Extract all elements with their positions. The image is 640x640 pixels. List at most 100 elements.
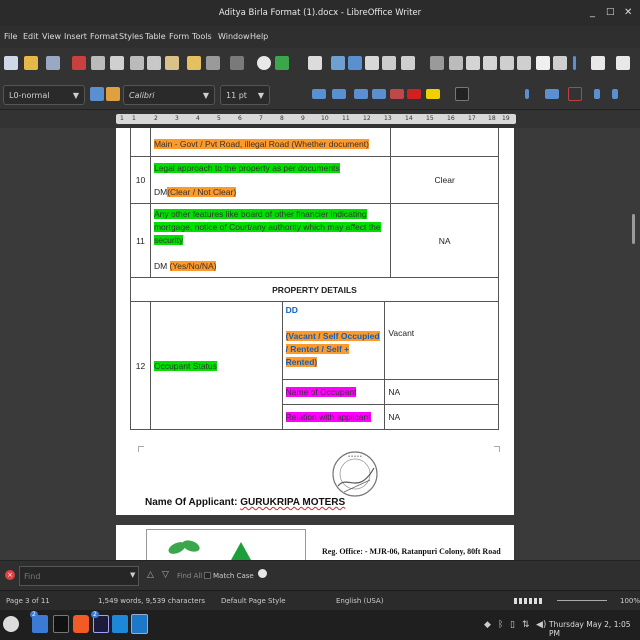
page-break-icon[interactable] <box>382 56 396 70</box>
menu-format[interactable]: Format <box>90 32 118 41</box>
paste-icon[interactable] <box>165 56 179 70</box>
print-icon[interactable] <box>91 56 105 70</box>
find-all-button[interactable]: Find All <box>177 572 202 580</box>
bold-icon[interactable] <box>312 89 326 99</box>
superscript-icon[interactable] <box>390 89 404 99</box>
find-next-icon[interactable]: ▽ <box>162 570 169 580</box>
clock[interactable]: Thursday May 2, 1:05 PM <box>549 620 640 638</box>
close-button[interactable]: ✕ <box>624 7 632 18</box>
menu-insert[interactable]: Insert <box>64 32 87 41</box>
basic-shapes-icon[interactable] <box>591 56 605 70</box>
update-style-icon[interactable] <box>90 87 104 101</box>
cross-reference-icon[interactable] <box>517 56 531 70</box>
track-changes-icon[interactable] <box>553 56 567 70</box>
writer-taskbar-icon[interactable] <box>131 614 148 634</box>
footnote-icon[interactable] <box>466 56 480 70</box>
page-indicator[interactable]: Page 3 of 11 <box>6 597 50 605</box>
align-icon[interactable] <box>525 89 529 99</box>
save-icon[interactable] <box>46 56 60 70</box>
bookmark-icon[interactable] <box>500 56 514 70</box>
font-name-select[interactable]: Calibri ▼ <box>123 85 215 105</box>
new-document-icon[interactable] <box>4 56 18 70</box>
document-page[interactable]: Main - Govt / Pvt Road, illegal Road (Wh… <box>116 128 514 515</box>
bluetooth-icon[interactable]: ᛒ <box>498 620 503 630</box>
clipboard-icon[interactable]: ▯ <box>510 620 515 630</box>
export-pdf-icon[interactable] <box>72 56 86 70</box>
new-style-icon[interactable] <box>106 87 120 101</box>
copy-icon[interactable] <box>147 56 161 70</box>
mint-menu-icon[interactable] <box>3 616 19 632</box>
view-layout-icon[interactable] <box>514 598 542 604</box>
undo-icon[interactable] <box>206 56 220 70</box>
menu-form[interactable]: Form <box>169 32 189 41</box>
character-dialog-icon[interactable] <box>455 87 469 101</box>
language[interactable]: English (USA) <box>336 597 383 605</box>
table-row: PROPERTY DETAILS <box>130 277 499 302</box>
vscode-icon[interactable] <box>112 615 128 633</box>
paragraph-dialog-icon[interactable] <box>568 87 582 101</box>
decrease-indent-icon[interactable] <box>612 89 618 99</box>
zoom-level[interactable]: 100% <box>620 597 640 605</box>
word-count[interactable]: 1,549 words, 9,539 characters <box>98 597 205 605</box>
underline-icon[interactable] <box>354 89 368 99</box>
insert-chart-icon[interactable] <box>348 56 362 70</box>
zoom-slider[interactable] <box>557 600 607 601</box>
special-character-icon[interactable] <box>430 56 444 70</box>
badge: 2 <box>91 611 99 618</box>
print-preview-icon[interactable] <box>110 56 124 70</box>
ruler[interactable]: 1 1 2 3 4 5 6 7 8 9 10 11 12 13 14 15 16… <box>0 110 640 128</box>
find-replace-icon[interactable] <box>257 56 271 70</box>
menu-window[interactable]: Window <box>218 32 250 41</box>
update-shield-icon[interactable]: ◆ <box>484 620 491 630</box>
match-case-checkbox[interactable] <box>204 572 211 579</box>
minimize-button[interactable]: _ <box>590 7 595 18</box>
menu-view[interactable]: View <box>42 32 61 41</box>
maximize-button[interactable]: □ <box>606 7 615 17</box>
menu-edit[interactable]: Edit <box>23 32 39 41</box>
font-size-value: 11 pt <box>226 91 247 100</box>
cut-icon[interactable] <box>130 56 144 70</box>
endnote-icon[interactable] <box>483 56 497 70</box>
dm-option: (Clear / Not Clear) <box>167 187 237 197</box>
find-input[interactable] <box>19 566 139 586</box>
comment-icon[interactable] <box>536 56 550 70</box>
menu-file[interactable]: File <box>4 32 17 41</box>
hyperlink-icon[interactable] <box>449 56 463 70</box>
italic-icon[interactable] <box>332 89 346 99</box>
brave-browser-icon[interactable] <box>73 615 89 633</box>
increase-indent-icon[interactable] <box>594 89 600 99</box>
insert-image-icon[interactable] <box>331 56 345 70</box>
strikethrough-icon[interactable] <box>372 89 386 99</box>
spelling-icon[interactable] <box>275 56 289 70</box>
line-icon[interactable] <box>573 56 576 70</box>
font-color-icon[interactable] <box>407 89 421 99</box>
menu-tools[interactable]: Tools <box>192 32 212 41</box>
vertical-scrollbar[interactable] <box>628 128 640 560</box>
chevron-down-icon[interactable]: ▼ <box>130 571 135 579</box>
terminal-icon[interactable] <box>53 615 69 633</box>
document-area[interactable]: Main - Govt / Pvt Road, illegal Road (Wh… <box>0 128 640 560</box>
menu-table[interactable]: Table <box>145 32 166 41</box>
insert-field-icon[interactable] <box>401 56 415 70</box>
font-size-select[interactable]: 11 pt ▼ <box>220 85 270 105</box>
clone-formatting-icon[interactable] <box>187 56 201 70</box>
scrollbar-thumb[interactable] <box>632 214 635 244</box>
insert-table-icon[interactable] <box>308 56 322 70</box>
toggle-formatting-marks-icon[interactable] <box>616 56 630 70</box>
redo-icon[interactable] <box>230 56 244 70</box>
ruler-tick: 4 <box>196 115 200 122</box>
volume-icon[interactable]: ◀) <box>536 620 546 630</box>
page-style[interactable]: Default Page Style <box>221 597 286 605</box>
open-folder-icon[interactable] <box>24 56 38 70</box>
find-previous-icon[interactable]: △ <box>147 570 154 580</box>
line-spacing-icon[interactable] <box>545 89 559 99</box>
insert-textbox-icon[interactable] <box>365 56 379 70</box>
highlight-color-icon[interactable] <box>426 89 440 99</box>
network-icon[interactable]: ⇅ <box>522 620 530 630</box>
close-findbar-icon[interactable]: × <box>5 570 15 580</box>
find-options-icon[interactable] <box>258 569 267 578</box>
menu-styles[interactable]: Styles <box>119 32 143 41</box>
menu-help[interactable]: Help <box>250 32 268 41</box>
paragraph-style-select[interactable]: L0-normal ▼ <box>3 85 85 105</box>
document-page[interactable]: Reg. Office: - MJR-06, Ratanpuri Colony,… <box>116 525 514 560</box>
